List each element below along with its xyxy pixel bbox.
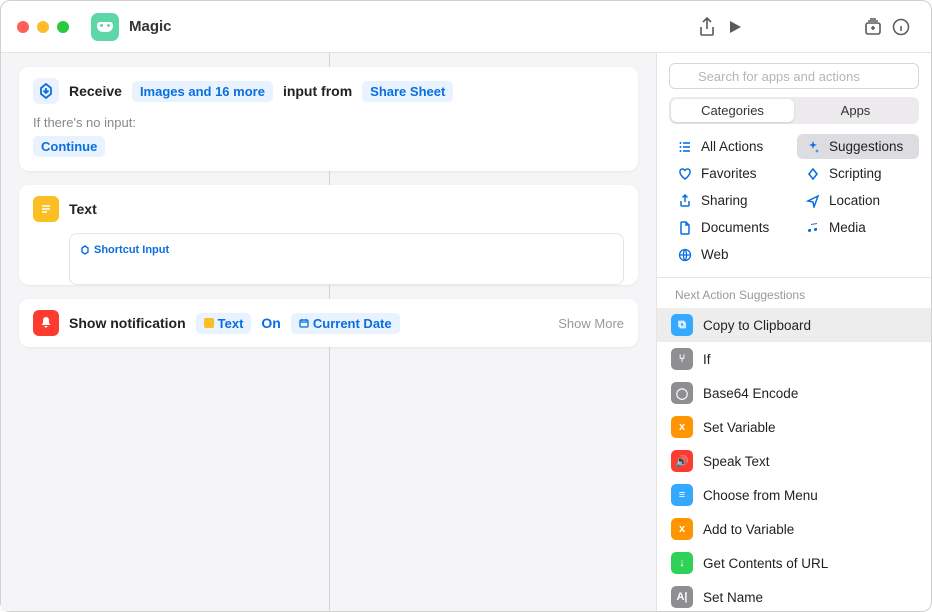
share-button[interactable] [693,13,721,41]
text-title: Text [69,201,97,217]
category-scripting[interactable]: Scripting [797,161,919,186]
category-media[interactable]: Media [797,215,919,240]
suggestion-icon: ↓ [671,552,693,574]
input-types-token[interactable]: Images and 16 more [132,81,273,102]
suggestion-icon: 🔊 [671,450,693,472]
globe-icon [677,248,693,262]
suggestion-icon: ≡ [671,484,693,506]
receive-icon [33,78,59,104]
category-favorites[interactable]: Favorites [669,161,791,186]
category-location[interactable]: Location [797,188,919,213]
suggestion-icon: ◯ [671,382,693,404]
minimize-window-button[interactable] [37,21,49,33]
action-text[interactable]: Text Shortcut Input [19,185,638,285]
notify-verb: Show notification [69,315,186,331]
search-input[interactable] [669,63,919,89]
workflow-editor: Receive Images and 16 more input from Sh… [1,53,656,611]
suggestion-set-variable[interactable]: xSet Variable [657,410,931,444]
segment-apps[interactable]: Apps [794,99,917,122]
window-title: Magic [129,18,172,35]
category-all-actions[interactable]: All Actions [669,134,791,159]
music-icon [805,221,821,235]
sparkle-icon [805,140,821,154]
shortcut-icon [91,13,119,41]
suggestion-get-contents-of-url[interactable]: ↓Get Contents of URL [657,546,931,580]
action-show-notification[interactable]: Show notification Text On Current Date S… [19,299,638,347]
run-button[interactable] [721,13,749,41]
location-icon [805,194,821,208]
suggestion-add-to-variable[interactable]: xAdd to Variable [657,512,931,546]
script-icon [805,167,821,181]
suggestion-icon: A| [671,586,693,608]
suggestion-icon: x [671,416,693,438]
text-icon [33,196,59,222]
continue-token[interactable]: Continue [33,136,105,157]
action-receive[interactable]: Receive Images and 16 more input from Sh… [19,67,638,171]
zoom-window-button[interactable] [57,21,69,33]
doc-icon [677,221,693,235]
input-from-label: input from [283,83,352,99]
receive-verb: Receive [69,83,122,99]
notify-date-token[interactable]: Current Date [291,313,400,334]
category-documents[interactable]: Documents [669,215,791,240]
bell-icon [33,310,59,336]
notify-text-token[interactable]: Text [196,313,252,334]
suggestion-icon: ⑂ [671,348,693,370]
suggestions-list: Next Action Suggestions ⧉Copy to Clipboa… [657,278,931,611]
share-icon [677,194,693,208]
actions-sidebar: Categories Apps All ActionsSuggestionsFa… [656,53,931,611]
titlebar: Magic [1,1,931,53]
list-icon [677,140,693,154]
text-field[interactable]: Shortcut Input [69,233,624,285]
show-more-button[interactable]: Show More [558,316,624,331]
suggestion-base64-encode[interactable]: ◯Base64 Encode [657,376,931,410]
no-input-label: If there's no input: [19,115,638,136]
library-button[interactable] [859,13,887,41]
suggestions-heading: Next Action Suggestions [657,278,931,308]
suggestion-speak-text[interactable]: 🔊Speak Text [657,444,931,478]
segment-categories[interactable]: Categories [671,99,794,122]
close-window-button[interactable] [17,21,29,33]
segmented-control: Categories Apps [669,97,919,124]
category-grid: All ActionsSuggestionsFavoritesScripting… [657,134,931,277]
suggestion-if[interactable]: ⑂If [657,342,931,376]
share-sheet-token[interactable]: Share Sheet [362,81,453,102]
category-suggestions[interactable]: Suggestions [797,134,919,159]
notify-on-label[interactable]: On [261,315,280,331]
suggestion-icon: ⧉ [671,314,693,336]
traffic-lights [17,21,69,33]
shortcut-input-token[interactable]: Shortcut Input [80,244,169,256]
suggestion-set-name[interactable]: A|Set Name [657,580,931,611]
category-sharing[interactable]: Sharing [669,188,791,213]
suggestion-choose-from-menu[interactable]: ≡Choose from Menu [657,478,931,512]
info-button[interactable] [887,13,915,41]
suggestion-copy-to-clipboard[interactable]: ⧉Copy to Clipboard [657,308,931,342]
suggestion-icon: x [671,518,693,540]
heart-icon [677,167,693,181]
category-web[interactable]: Web [669,242,791,267]
